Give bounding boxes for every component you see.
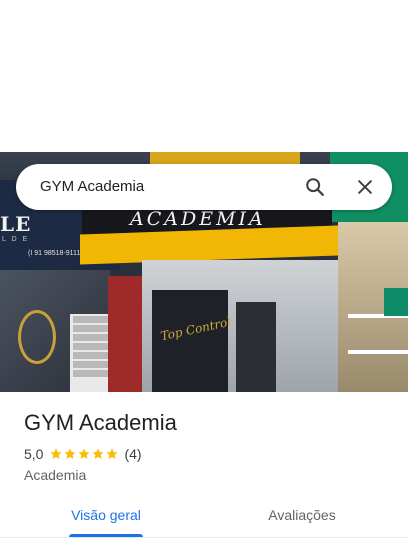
search-bar[interactable]: GYM Academia: [16, 164, 392, 210]
tabs-divider: [0, 537, 408, 538]
star-icon: [78, 448, 91, 459]
star-icon: [92, 448, 105, 459]
star-rating: [49, 447, 119, 461]
close-icon[interactable]: [350, 172, 380, 202]
place-info-panel: GYM Academia 5,0 (4) Academia Visão gera…: [0, 392, 408, 544]
tab-bar: Visão geral Avaliações: [0, 492, 408, 538]
star-icon: [64, 448, 77, 459]
photo-right-sign: [384, 288, 408, 316]
photo-phone-text: (I 91 98518-9111: [28, 250, 81, 257]
search-input[interactable]: GYM Academia: [40, 178, 144, 195]
photo-list-board: [70, 314, 112, 392]
photo-shelf: [348, 350, 408, 354]
place-title: GYM Academia: [24, 410, 177, 435]
photo-logo-text: LE: [0, 212, 32, 236]
review-count[interactable]: (4): [124, 446, 141, 462]
tab-overview[interactable]: Visão geral: [54, 492, 158, 538]
tab-reviews[interactable]: Avaliações: [250, 492, 354, 538]
photo-sign-text: ACADEMIA: [130, 208, 266, 230]
photo-red-pillar: [108, 276, 142, 392]
map-blank-area: [0, 0, 408, 152]
rating-row[interactable]: 5,0 (4): [24, 445, 142, 463]
photo-gold-logo: [18, 310, 56, 364]
photo-door-2: [236, 302, 276, 392]
place-category: Academia: [24, 467, 87, 483]
rating-value: 5,0: [24, 446, 44, 462]
search-icon[interactable]: [300, 172, 330, 202]
star-icon: [50, 448, 63, 459]
photo-logo-sub: L D E: [2, 236, 30, 243]
star-icon: [106, 448, 119, 459]
